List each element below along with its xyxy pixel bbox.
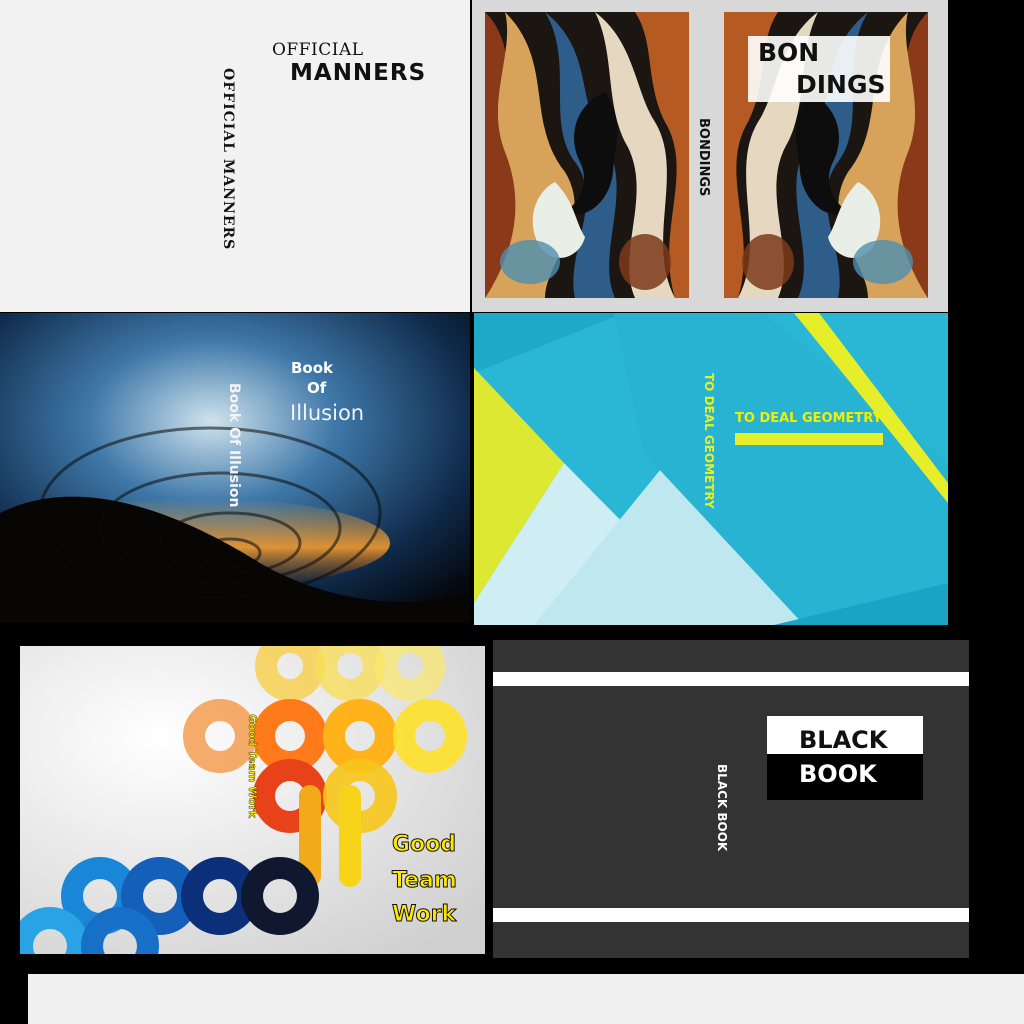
to-deal-geometry-cover: TO DEAL GEOMETRY TO DEAL GEOMETRY — [474, 313, 948, 625]
spine-text: BLACK BOOK — [715, 764, 729, 852]
spine-text: BONDINGS — [696, 118, 711, 197]
back-cover-artwork — [485, 12, 689, 298]
good-team-work-cover: Good Team Work Good Team Work — [20, 646, 485, 954]
cover-title-line1: BLACK — [799, 726, 888, 754]
cover-title-small: OFFICIAL — [272, 40, 364, 60]
official-manners-cover: OFFICIAL MANNERS OFFICIAL MANNERS — [0, 0, 470, 312]
cover-title-line1: Good — [391, 832, 457, 858]
cover-title-line1: BON — [758, 38, 820, 67]
cover-title-line3: Illusion — [290, 401, 365, 425]
spine-text: OFFICIAL MANNERS — [220, 68, 236, 251]
spine-text: Good Team Work — [246, 714, 259, 819]
cover-title-line1: Book — [291, 359, 334, 377]
cover-title-line2: DINGS — [796, 70, 886, 99]
top-white-stripe — [493, 672, 969, 686]
cover-title-line2: BOOK — [799, 760, 877, 788]
cover-title-big: MANNERS — [290, 60, 427, 86]
bottom-strip — [28, 974, 1024, 1024]
cover-title-line3: Work — [391, 902, 457, 928]
bottom-white-stripe — [493, 908, 969, 922]
bondings-cover: BON DINGS BONDINGS — [472, 0, 948, 312]
book-of-illusion-cover: Book Of Illusion Book Of Illusion — [0, 313, 470, 623]
spine-text: TO DEAL GEOMETRY — [702, 373, 716, 509]
cover-title: TO DEAL GEOMETRY — [735, 411, 882, 426]
cover-title-line2: Team — [392, 868, 458, 894]
black-book-cover: BLACK BOOK BLACK BOOK — [493, 640, 969, 958]
cover-title-line2: Of — [307, 379, 327, 397]
title-underline-bar — [735, 433, 883, 445]
spine-text: Book Of Illusion — [226, 383, 242, 508]
